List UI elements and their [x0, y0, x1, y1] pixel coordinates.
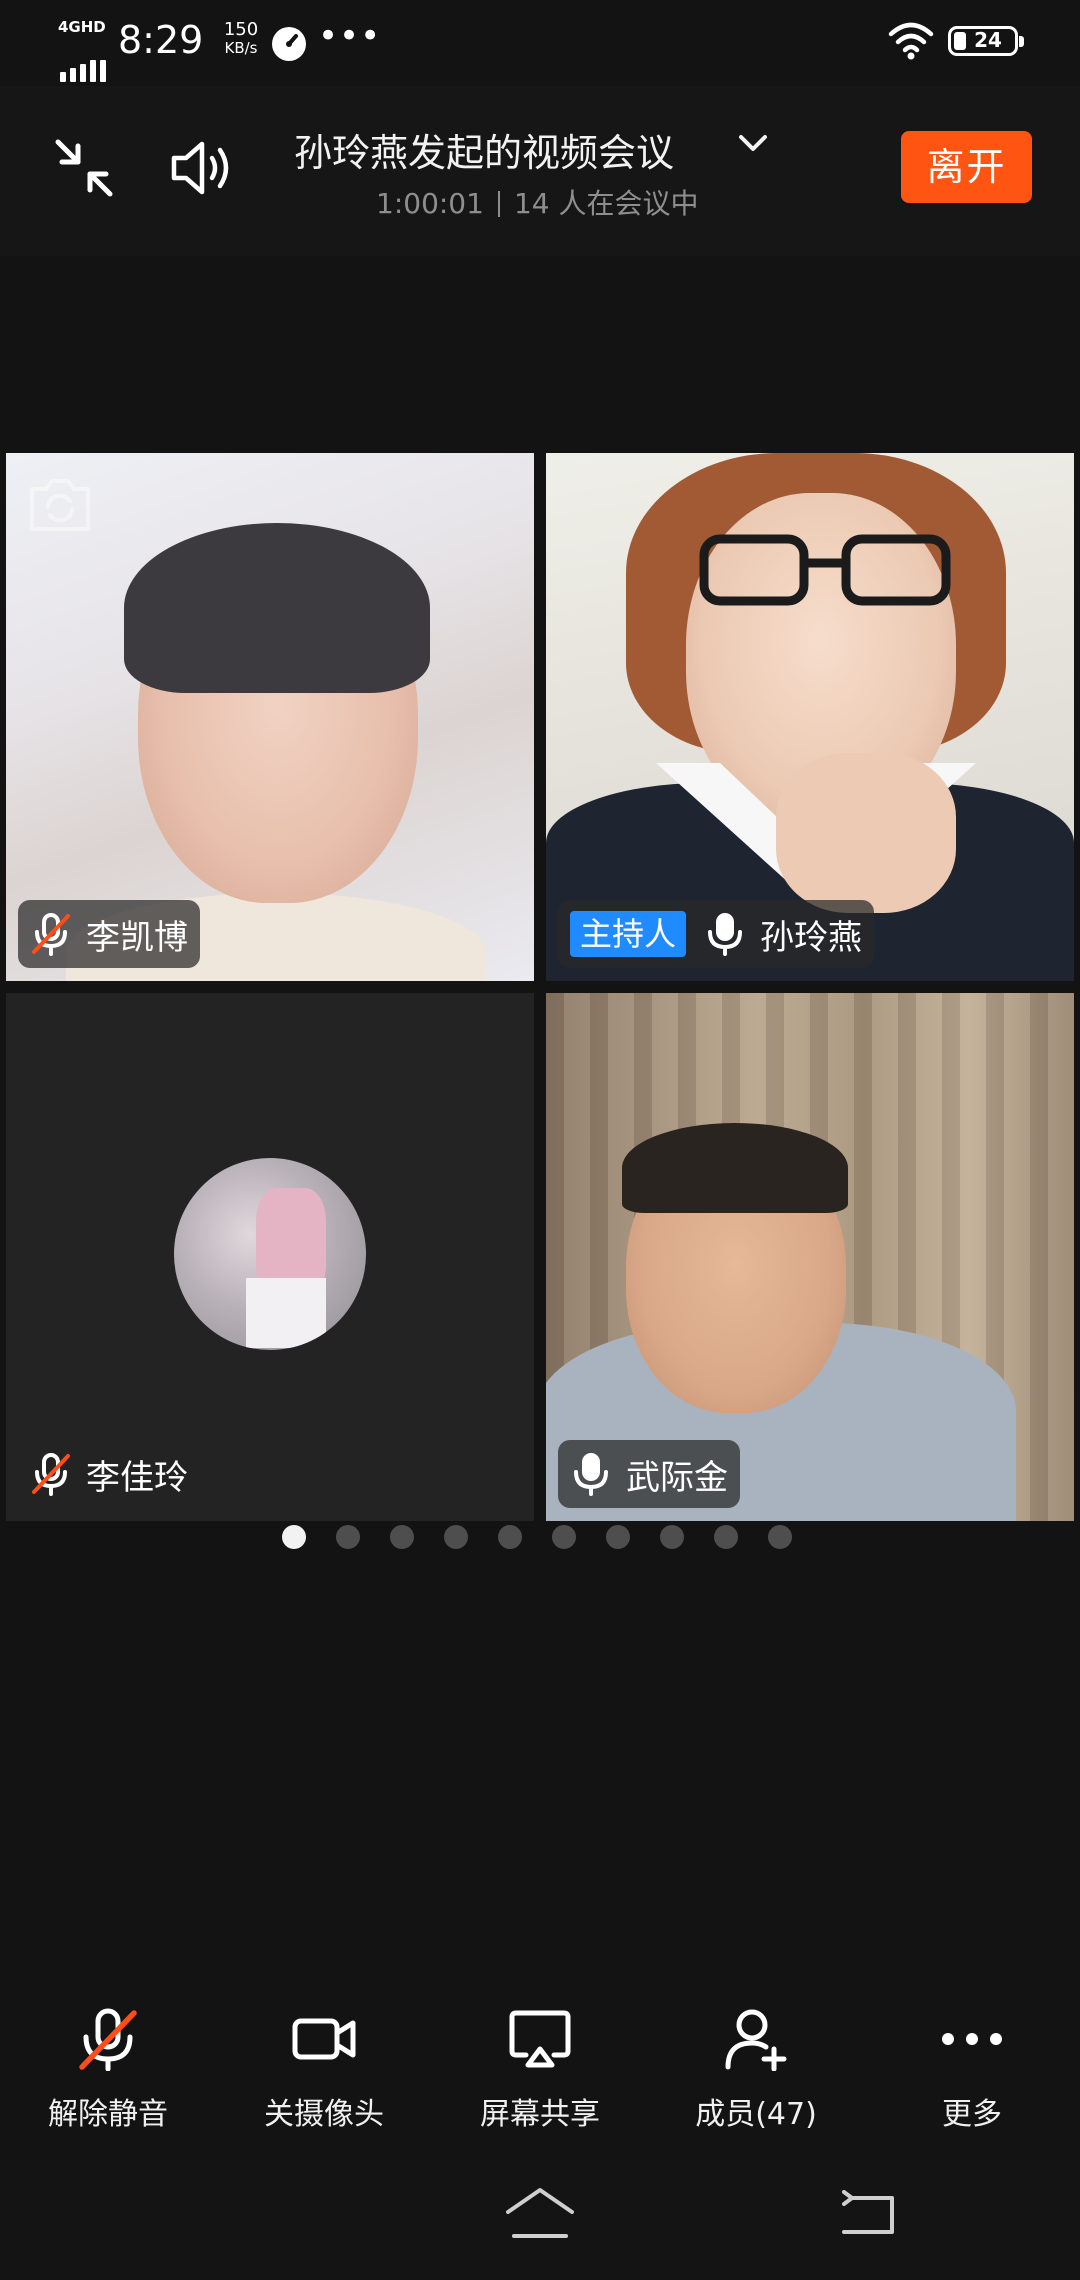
screen-share-icon — [509, 2010, 571, 2068]
battery-level: 24 — [974, 28, 1002, 52]
more-dots-icon — [942, 2033, 1002, 2045]
participant-label: 主持人 孙玲燕 — [558, 900, 875, 968]
participant-label: 李佳玲 — [18, 1440, 200, 1508]
chevron-down-icon[interactable] — [738, 132, 768, 154]
meeting-duration: 1:00:01 — [376, 187, 484, 220]
more-status-dots: ••• — [318, 16, 382, 56]
video-camera-icon — [292, 2018, 356, 2060]
page-dot[interactable] — [498, 1525, 522, 1549]
participant-name: 李佳玲 — [86, 1457, 188, 1498]
meeting-toolbar: 解除静音 关摄像头 屏幕共享 成员(47) 更多 — [0, 1975, 1080, 2135]
screen-share-label: 屏幕共享 — [480, 2097, 600, 2132]
unmute-button[interactable]: 解除静音 — [8, 1975, 208, 2135]
wifi-icon — [888, 22, 934, 60]
status-bar: 4GHD 8:29 150 KB/s ••• 24 — [0, 0, 1080, 86]
page-dot[interactable] — [714, 1525, 738, 1549]
page-dot[interactable] — [660, 1525, 684, 1549]
participant-count: 14 人在会议中 — [513, 187, 699, 220]
system-nav-bar — [0, 2160, 1080, 2280]
home-icon[interactable] — [504, 2186, 576, 2242]
camera-switch-icon[interactable] — [26, 473, 94, 535]
page-dot-active[interactable] — [282, 1525, 306, 1549]
page-dot[interactable] — [444, 1525, 468, 1549]
network-type: 4GHD — [58, 18, 106, 36]
members-button[interactable]: 成员(47) — [656, 1975, 856, 2135]
camera-off-button[interactable]: 关摄像头 — [224, 1975, 424, 2135]
add-member-icon — [725, 2009, 787, 2071]
meeting-header: 孙玲燕发起的视频会议 1:00:01 14 人在会议中 离开 — [0, 86, 1080, 256]
clock: 8:29 — [118, 18, 204, 62]
participant-name: 武际金 — [626, 1457, 728, 1498]
members-label: 成员(47) — [695, 2097, 817, 2132]
mic-icon — [574, 1453, 608, 1496]
screen-share-button[interactable]: 屏幕共享 — [440, 1975, 640, 2135]
mic-icon — [708, 913, 743, 956]
participant-label: 李凯博 — [18, 900, 200, 968]
page-dot[interactable] — [768, 1525, 792, 1549]
battery-icon: 24 — [948, 26, 1024, 56]
participant-label: 武际金 — [558, 1440, 740, 1508]
network-speed: 150 KB/s — [211, 20, 271, 58]
camera-off-label: 关摄像头 — [264, 2097, 384, 2132]
page-dot[interactable] — [606, 1525, 630, 1549]
speed-value: 150 — [223, 19, 259, 40]
more-label: 更多 — [942, 2097, 1002, 2132]
page-indicator[interactable] — [282, 1525, 822, 1551]
avatar — [174, 1158, 366, 1350]
more-button[interactable]: 更多 — [872, 1975, 1072, 2135]
meeting-screen: 4GHD 8:29 150 KB/s ••• 24 孙玲燕发起的视频会议 1:0… — [0, 0, 1080, 2280]
mic-muted-icon — [32, 1453, 70, 1496]
leave-button[interactable]: 离开 — [901, 131, 1032, 203]
collapse-arrows-icon[interactable] — [52, 136, 116, 200]
speed-unit: KB/s — [224, 39, 258, 57]
mic-muted-icon — [79, 2008, 137, 2071]
cellular-signal-icon: 4GHD — [58, 18, 120, 82]
speaker-icon[interactable] — [170, 136, 236, 200]
unmute-label: 解除静音 — [48, 2097, 168, 2132]
participant-name: 孙玲燕 — [760, 917, 863, 958]
host-badge: 主持人 — [570, 911, 687, 957]
back-icon[interactable] — [838, 2190, 896, 2238]
meeting-title[interactable]: 孙玲燕发起的视频会议 — [294, 122, 674, 177]
page-dot[interactable] — [390, 1525, 414, 1549]
page-dot[interactable] — [336, 1525, 360, 1549]
page-dot[interactable] — [552, 1525, 576, 1549]
participant-name: 李凯博 — [86, 917, 188, 958]
divider — [497, 191, 500, 217]
meeting-info: 1:00:01 14 人在会议中 — [376, 182, 698, 222]
gauge-icon — [272, 27, 306, 61]
mic-muted-icon — [32, 913, 70, 956]
